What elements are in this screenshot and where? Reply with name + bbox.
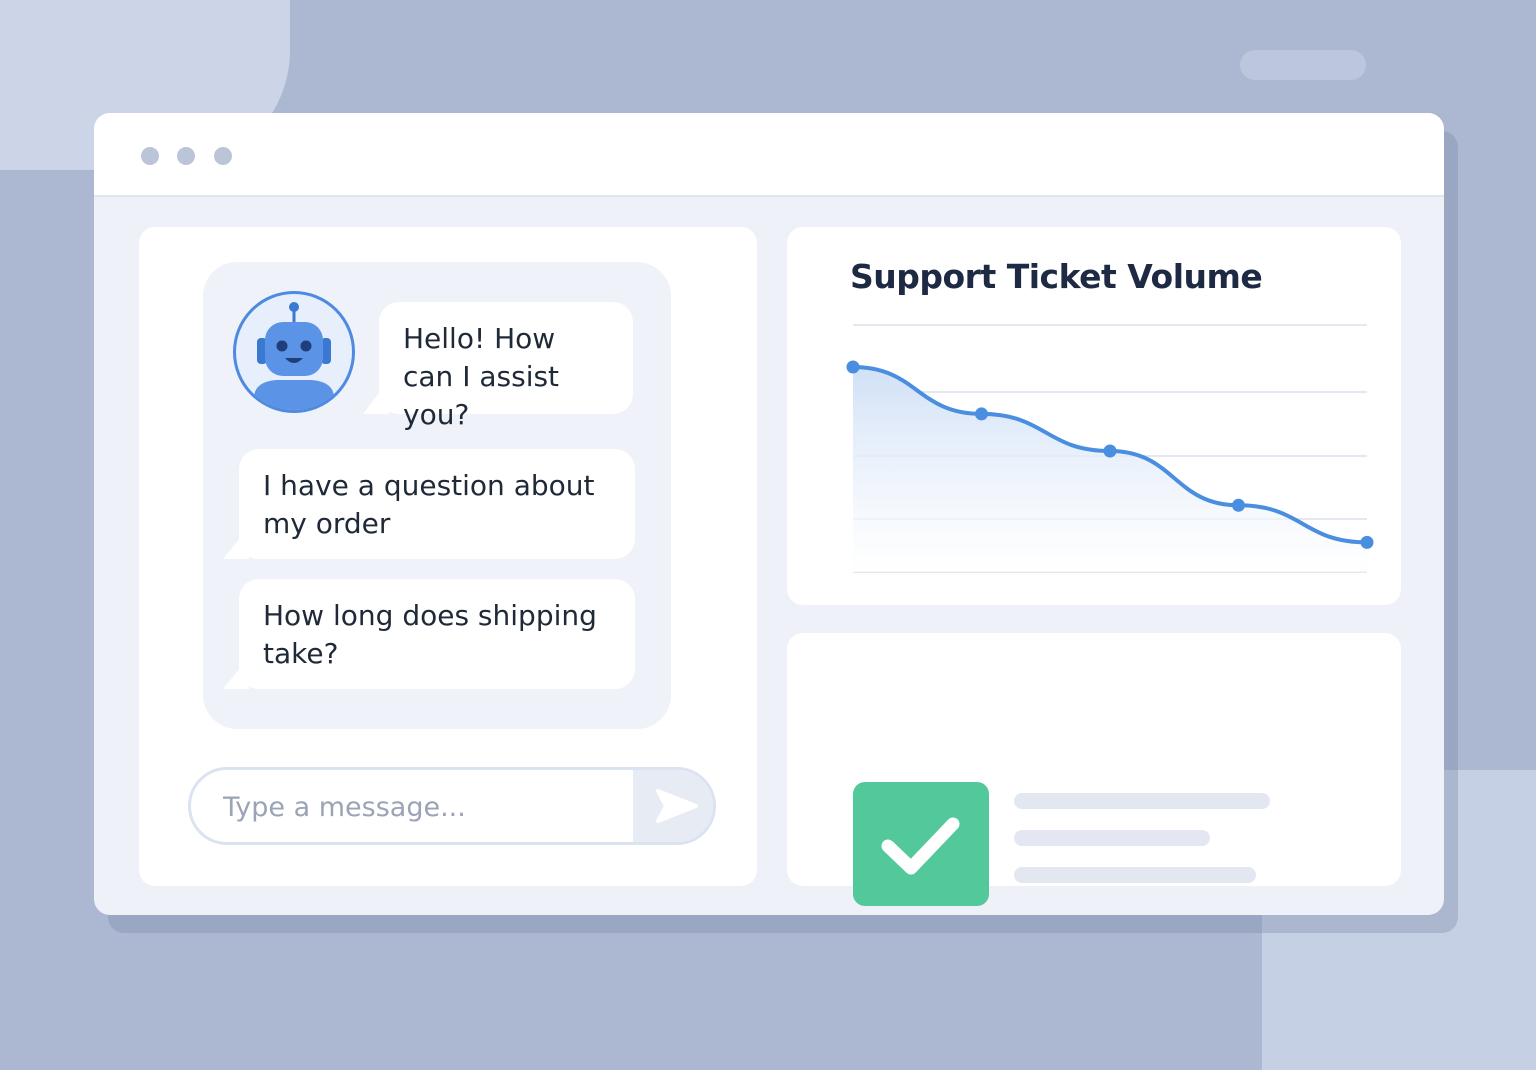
message-input[interactable] xyxy=(191,770,665,842)
chart-point xyxy=(1232,498,1245,512)
message-input-container xyxy=(188,767,716,845)
line-chart xyxy=(846,324,1374,573)
message-text: Hello! How can I assist you? xyxy=(403,322,560,431)
placeholder-line xyxy=(1014,867,1256,883)
chart-panel: Support Ticket Volume xyxy=(787,227,1401,605)
chart-point xyxy=(1103,444,1117,458)
user-message-bubble: How long does shipping take? xyxy=(239,579,635,689)
placeholder-line xyxy=(1014,830,1210,846)
window-titlebar xyxy=(94,113,1444,197)
bot-message-bubble: Hello! How can I assist you? xyxy=(379,302,633,431)
window-dot[interactable] xyxy=(141,147,159,165)
background-pill xyxy=(1240,50,1366,80)
user-message-bubble: I have a question about my order xyxy=(239,449,635,559)
check-icon xyxy=(853,782,989,906)
message-text: I have a question about my order xyxy=(263,469,595,540)
window-dot[interactable] xyxy=(177,147,195,165)
chart-point xyxy=(1360,535,1374,549)
chart-point xyxy=(975,407,988,421)
chat-panel: Hello! How can I assist you? I have a qu… xyxy=(139,227,757,886)
placeholder-line xyxy=(1014,793,1270,809)
message-text: How long does shipping take? xyxy=(263,599,597,670)
send-button[interactable] xyxy=(633,770,713,842)
chart-point xyxy=(846,360,860,374)
window-dot[interactable] xyxy=(214,147,232,165)
send-arrow-icon xyxy=(656,789,698,823)
app-window: Hello! How can I assist you? I have a qu… xyxy=(94,113,1444,915)
robot-icon xyxy=(233,291,355,413)
status-panel xyxy=(787,633,1401,906)
chat-messages-area: Hello! How can I assist you? I have a qu… xyxy=(203,262,671,729)
